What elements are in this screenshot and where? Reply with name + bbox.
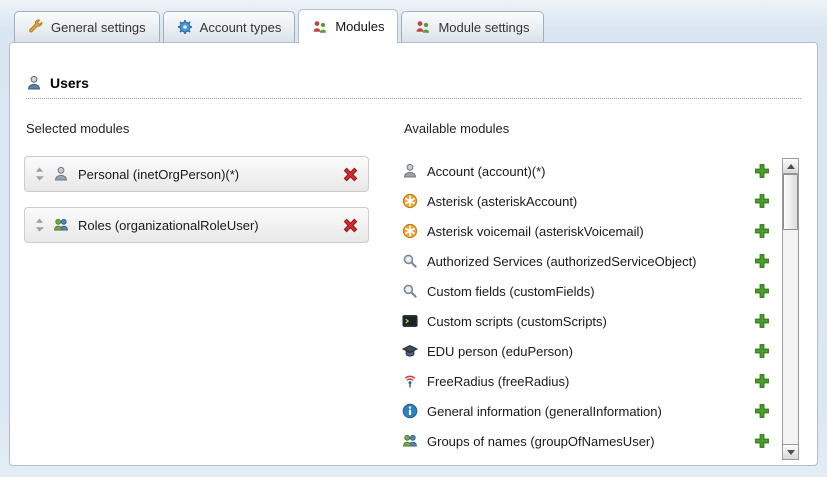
person-icon (402, 163, 418, 179)
drag-handle[interactable] (34, 218, 44, 232)
person-icon (53, 166, 69, 182)
selected-modules-heading: Selected modules (26, 121, 384, 136)
tab-modules[interactable]: Modules (298, 9, 398, 43)
module-settings-icon (415, 19, 431, 35)
tab-label: General settings (51, 20, 146, 35)
available-modules-list-area: Account (account)(*) Asterisk (asteriskA… (402, 156, 799, 456)
scrollbar-thumb[interactable] (783, 174, 798, 230)
edu-icon (402, 343, 418, 359)
add-module-button[interactable] (753, 402, 771, 420)
user-icon (26, 75, 42, 91)
add-module-button[interactable] (753, 162, 771, 180)
tab-general-settings[interactable]: General settings (14, 11, 160, 42)
info-icon (402, 403, 418, 419)
available-module-row: Asterisk voicemail (asteriskVoicemail) (402, 216, 771, 246)
selected-module-row: Roles (organizationalRoleUser) (24, 207, 369, 243)
modules-icon (312, 19, 328, 35)
module-label: Account (account)(*) (427, 164, 744, 179)
add-module-button[interactable] (753, 222, 771, 240)
asterisk-icon (402, 193, 418, 209)
add-module-button[interactable] (753, 342, 771, 360)
module-label: Groups of names (groupOfNamesUser) (427, 434, 744, 449)
module-label: Personal (inetOrgPerson)(*) (78, 167, 332, 182)
tab-account-types[interactable]: Account types (163, 11, 296, 42)
available-module-row: Authorized Services (authorizedServiceOb… (402, 246, 771, 276)
users-section-title: Users (50, 75, 89, 91)
radius-icon (402, 373, 418, 389)
available-module-row: Custom fields (customFields) (402, 276, 771, 306)
module-label: Custom scripts (customScripts) (427, 314, 744, 329)
tab-label: Account types (200, 20, 282, 35)
selected-module-row: Personal (inetOrgPerson)(*) (24, 156, 369, 192)
add-module-button[interactable] (753, 252, 771, 270)
available-module-row: Custom scripts (customScripts) (402, 306, 771, 336)
group-icon (53, 217, 69, 233)
asterisk-icon (402, 223, 418, 239)
tab-label: Modules (335, 19, 384, 34)
tab-bar: General settings Account types Modules M… (0, 0, 827, 42)
module-label: Asterisk (asteriskAccount) (427, 194, 744, 209)
wrench-icon (28, 19, 44, 35)
module-label: EDU person (eduPerson) (427, 344, 744, 359)
add-module-button[interactable] (753, 312, 771, 330)
add-module-button[interactable] (753, 192, 771, 210)
available-modules-heading: Available modules (404, 121, 799, 136)
selected-modules-column: Selected modules Personal (inetOrgPerson… (24, 113, 384, 456)
available-module-row: FreeRadius (freeRadius) (402, 366, 771, 396)
terminal-icon (402, 313, 418, 329)
module-label: FreeRadius (freeRadius) (427, 374, 744, 389)
available-module-row: Asterisk (asteriskAccount) (402, 186, 771, 216)
group-icon (402, 433, 418, 449)
add-module-button[interactable] (753, 432, 771, 450)
available-module-row: General information (generalInformation) (402, 396, 771, 426)
magnifier-icon (402, 253, 418, 269)
module-label: Asterisk voicemail (asteriskVoicemail) (427, 224, 744, 239)
scrollbar-track[interactable] (783, 174, 798, 444)
add-module-button[interactable] (753, 372, 771, 390)
remove-module-button[interactable] (341, 216, 359, 234)
drag-handle[interactable] (34, 167, 44, 181)
users-section-header: Users (26, 75, 801, 99)
available-modules-list: Account (account)(*) Asterisk (asteriskA… (402, 156, 771, 456)
magnifier-icon (402, 283, 418, 299)
available-modules-column: Available modules Account (account)(*) A… (402, 113, 799, 456)
module-label: Custom fields (customFields) (427, 284, 744, 299)
module-label: Roles (organizationalRoleUser) (78, 218, 332, 233)
remove-module-button[interactable] (341, 165, 359, 183)
selected-modules-list: Personal (inetOrgPerson)(*) Roles (organ… (24, 156, 384, 243)
module-label: General information (generalInformation) (427, 404, 744, 419)
tab-module-settings[interactable]: Module settings (401, 11, 543, 42)
scrollbar[interactable] (782, 158, 799, 460)
module-label: Authorized Services (authorizedServiceOb… (427, 254, 744, 269)
available-module-row: Groups of names (groupOfNamesUser) (402, 426, 771, 456)
tab-label: Module settings (438, 20, 529, 35)
available-module-row: Account (account)(*) (402, 156, 771, 186)
lam-configuration-page: General settings Account types Modules M… (0, 0, 827, 466)
scroll-down-button[interactable] (783, 444, 798, 459)
scroll-up-button[interactable] (783, 159, 798, 174)
account-types-icon (177, 19, 193, 35)
modules-panel: Users Selected modules Personal (inetOrg… (9, 42, 818, 466)
available-module-row: EDU person (eduPerson) (402, 336, 771, 366)
add-module-button[interactable] (753, 282, 771, 300)
modules-columns: Selected modules Personal (inetOrgPerson… (10, 99, 817, 456)
